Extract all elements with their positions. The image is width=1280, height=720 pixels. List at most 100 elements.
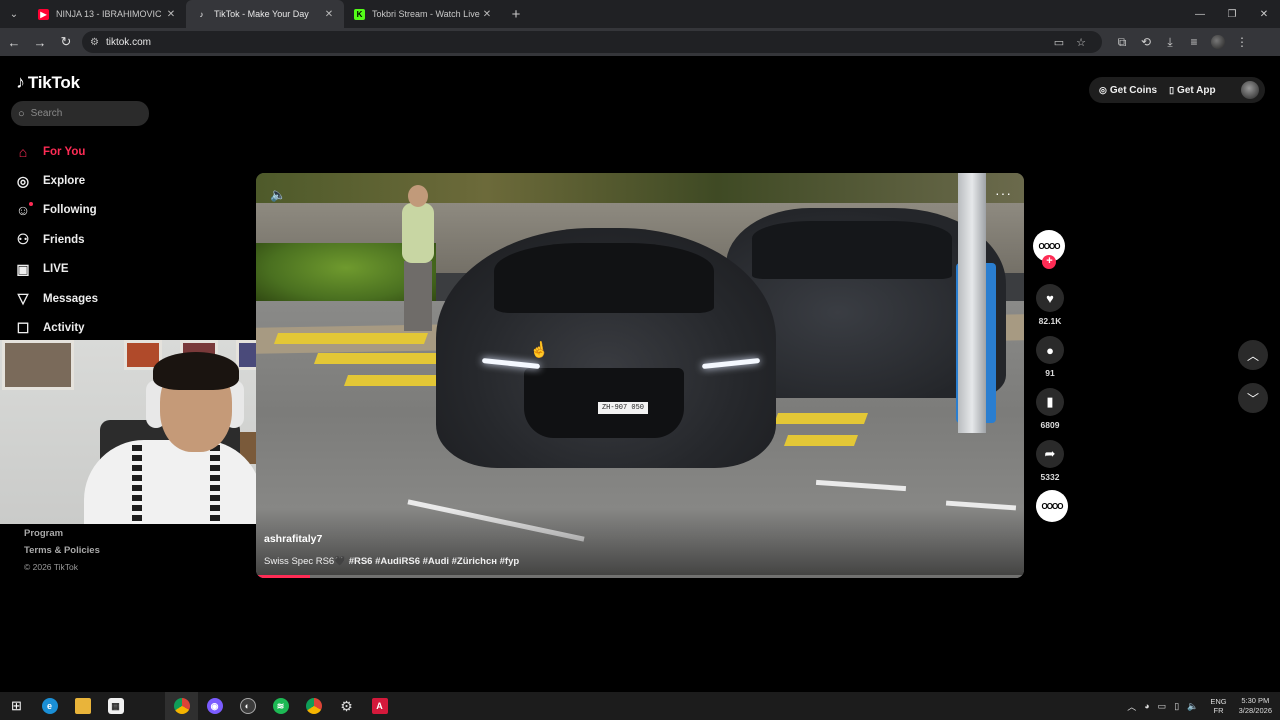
restore-icon[interactable]: ❐ — [1216, 0, 1248, 28]
bookmark-star-icon[interactable]: ☆ — [1070, 36, 1092, 49]
battery-icon[interactable]: ▯ — [1174, 701, 1179, 712]
taskbar-adobe[interactable]: A — [363, 692, 396, 720]
close-window-icon[interactable]: ✕ — [1248, 0, 1280, 28]
taskbar-messenger[interactable]: ◉ — [198, 692, 231, 720]
sidebar-item-live[interactable]: ▣ LIVE — [14, 255, 98, 284]
comment-icon[interactable]: ● — [1036, 336, 1064, 364]
kick-favicon-icon: K — [354, 8, 365, 20]
close-tab-icon[interactable]: ✕ — [322, 9, 336, 20]
comment-action[interactable]: ● 91 — [1036, 336, 1064, 378]
video-player[interactable]: ZH-907 050 🔈 ··· ashrafitaly7 Swiss Spec… — [256, 173, 1024, 578]
store-icon: ▦ — [107, 698, 124, 714]
license-plate: ZH-907 050 — [598, 402, 648, 414]
lang-top: ENG — [1210, 697, 1227, 706]
sidebar-item-messages[interactable]: ▽ Messages — [14, 284, 98, 313]
close-tab-icon[interactable]: ✕ — [164, 9, 178, 20]
sidebar-item-following[interactable]: ☺ Following — [14, 196, 98, 225]
send-icon: ▽ — [17, 290, 29, 307]
tiktok-logo[interactable]: ♪ TikTok — [16, 72, 80, 93]
download-icon[interactable]: ⤓ — [1158, 28, 1182, 56]
taskbar-app[interactable]: ◐ — [231, 692, 264, 720]
reload-icon[interactable]: ↻ — [54, 30, 78, 54]
minimize-icon[interactable]: — — [1184, 0, 1216, 28]
sidebar-item-label: Activity — [43, 322, 85, 335]
volume-icon[interactable]: 🔈 — [270, 187, 286, 203]
get-coins-button[interactable]: ◎ Get Coins — [1099, 85, 1157, 96]
menu-icon[interactable]: ⋮ — [1230, 28, 1254, 56]
share-action[interactable]: ➦ 5332 — [1036, 440, 1064, 482]
share-icon[interactable]: ➦ — [1036, 440, 1064, 468]
tab-search-icon[interactable]: ⌄ — [0, 0, 28, 28]
bookmark-icon[interactable]: ▮ — [1036, 388, 1064, 416]
history-icon[interactable]: ⟲ — [1134, 28, 1158, 56]
jacket-stripe — [210, 445, 220, 524]
sidebar-item-friends[interactable]: ⚇ Friends — [14, 225, 98, 254]
sidebar-item-activity[interactable]: ☐ Activity — [14, 313, 98, 342]
search-box[interactable]: ○ — [11, 101, 149, 126]
get-app-button[interactable]: ▯ Get App — [1169, 85, 1215, 96]
sidebar-item-label: Messages — [43, 292, 98, 305]
webcam-person-hair — [153, 352, 239, 390]
taskbar-chrome-profile[interactable] — [297, 692, 330, 720]
volume-icon[interactable]: 🔈 — [1187, 701, 1198, 712]
new-tab-button[interactable]: + — [502, 6, 530, 23]
video-pedestrian — [398, 183, 438, 333]
previous-video-button[interactable]: ︿ — [1238, 340, 1268, 370]
system-clock[interactable]: 5:30 PM 3/28/2026 — [1239, 696, 1272, 716]
media-icon[interactable]: ≡ — [1182, 28, 1206, 56]
taskbar-spacer — [132, 692, 165, 720]
url-text[interactable]: tiktok.com — [106, 37, 151, 48]
video-author[interactable]: ashrafitaly7 — [264, 533, 322, 545]
taskbar-edge[interactable]: e — [33, 692, 66, 720]
like-action[interactable]: ♥ 82.1K — [1036, 284, 1064, 326]
search-input[interactable] — [30, 108, 131, 119]
tab-title: NINJA 13 - IBRAHIMOVIC ( MU — [56, 9, 164, 19]
profile-avatar[interactable] — [1211, 35, 1225, 49]
spotify-icon: ≋ — [272, 698, 289, 714]
program-link[interactable]: Program — [24, 528, 100, 539]
site-info-icon[interactable]: ⚙ — [90, 37, 99, 48]
network-icon[interactable]: ▭ — [1158, 701, 1167, 712]
extensions-icon[interactable]: ⧉ — [1110, 28, 1134, 56]
chevron-up-icon[interactable]: ︿ — [1127, 700, 1136, 713]
browser-tab-youtube[interactable]: ▶ NINJA 13 - IBRAHIMOVIC ( MU ✕ — [28, 0, 186, 28]
terms-link[interactable]: Terms & Policies — [24, 545, 100, 556]
browser-tab-kick[interactable]: K Tokbri Stream - Watch Live on K ✕ — [344, 0, 502, 28]
taskbar-store[interactable]: ▦ — [99, 692, 132, 720]
chrome-icon — [305, 698, 322, 714]
video-progress-bar[interactable] — [256, 575, 1024, 578]
sound-disc[interactable]: OOOO — [1036, 490, 1068, 522]
discord-icon[interactable]: ◕ — [1144, 701, 1149, 711]
taskbar-file-explorer[interactable] — [66, 692, 99, 720]
edge-icon: e — [41, 698, 58, 714]
sidebar-item-for-you[interactable]: ⌂ For You — [14, 137, 98, 166]
browser-tab-tiktok[interactable]: ♪ TikTok - Make Your Day ✕ — [186, 0, 344, 28]
sidebar-item-explore[interactable]: ◎ Explore — [14, 166, 98, 195]
taskbar-spotify[interactable]: ≋ — [264, 692, 297, 720]
clock-time: 5:30 PM — [1241, 696, 1270, 705]
search-icon: ○ — [18, 107, 25, 120]
start-button[interactable]: ⊞ — [0, 692, 33, 720]
gear-icon: ⚙ — [340, 697, 353, 714]
install-app-icon[interactable]: ▭ — [1048, 36, 1070, 49]
comment-count: 91 — [1045, 368, 1055, 378]
close-tab-icon[interactable]: ✕ — [480, 9, 494, 20]
browser-extensions: ⧉ ⟲ ⤓ ≡ ⋮ — [1110, 28, 1254, 56]
video-bottom-gradient — [256, 508, 1024, 578]
input-language[interactable]: ENG FR — [1210, 697, 1226, 715]
heart-icon[interactable]: ♥ — [1036, 284, 1064, 312]
sound-disc-avatar[interactable]: OOOO — [1036, 490, 1068, 522]
back-icon[interactable]: ← — [2, 30, 26, 54]
next-video-button[interactable]: ﹀ — [1238, 383, 1268, 413]
chrome-icon — [173, 698, 190, 714]
caption-hashtags[interactable]: #RS6 #AudiRS6 #Audi #Zürichᴄʜ #fyp — [349, 556, 519, 567]
save-action[interactable]: ▮ 6809 — [1036, 388, 1064, 430]
user-avatar[interactable] — [1241, 81, 1259, 99]
forward-icon[interactable]: → — [28, 30, 52, 54]
creator-avatar[interactable]: OOOO + — [1033, 230, 1065, 269]
taskbar-settings[interactable]: ⚙ — [330, 692, 363, 720]
more-options-icon[interactable]: ··· — [995, 185, 1012, 201]
follow-plus-icon[interactable]: + — [1042, 255, 1056, 269]
address-bar[interactable]: ⚙ tiktok.com ▭ ☆ — [82, 31, 1102, 53]
taskbar-chrome[interactable] — [165, 692, 198, 720]
